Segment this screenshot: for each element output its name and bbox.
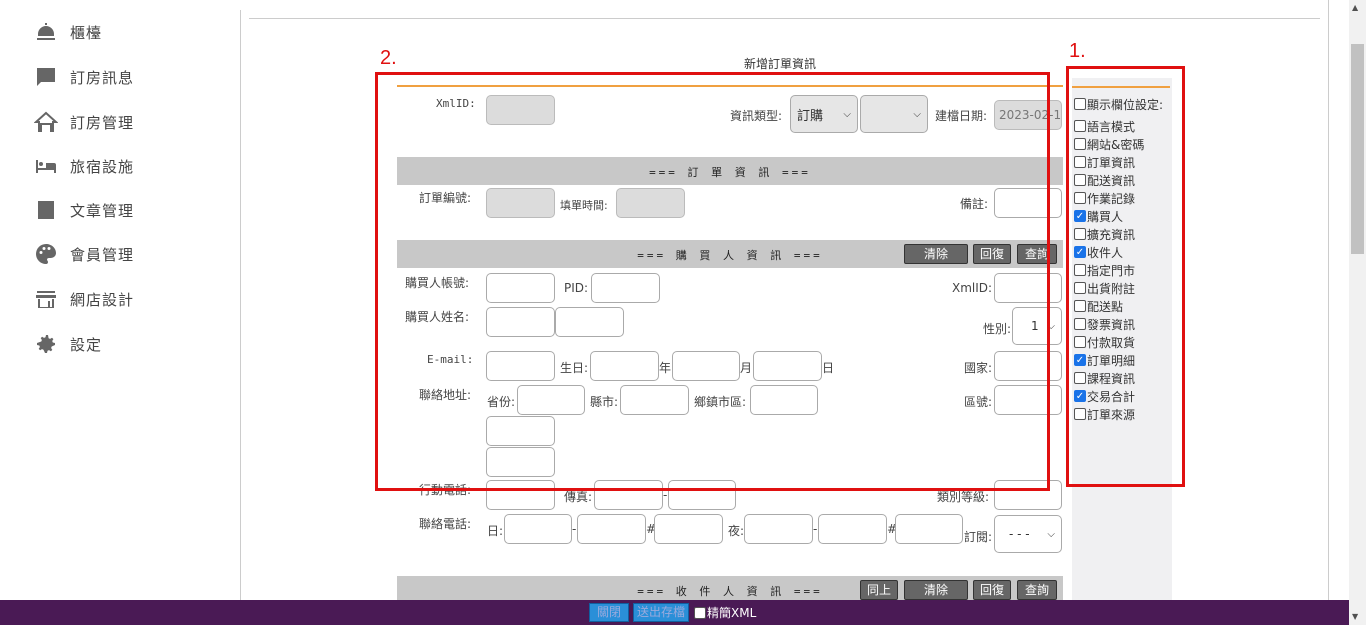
sidebar-item-booking-messages[interactable]: 訂房訊息 (34, 64, 134, 90)
simple-xml-label: 精簡XML (707, 606, 757, 620)
sidebar-item-label: 訂房訊息 (70, 68, 135, 87)
save-button[interactable]: 送出存檔 (633, 603, 689, 622)
annotation-label-2: 2. (380, 47, 397, 69)
subscribe-select[interactable]: - - - ⌵ (994, 515, 1062, 553)
form-title: 新增訂單資訊 (743, 57, 816, 71)
message-icon (37, 68, 55, 86)
annotation-label-1: 1. (1069, 40, 1086, 62)
receiver-restore-button[interactable]: 回復 (973, 580, 1011, 600)
divider (240, 10, 241, 600)
phone-day-dash: - (572, 522, 577, 536)
phone-day-number-input[interactable] (577, 514, 646, 544)
phone-label: 聯絡電話: (419, 517, 472, 531)
divider (1328, 0, 1329, 600)
sidebar-item-label: 旅宿設施 (70, 157, 135, 176)
sidebar-item-shop-design[interactable]: 網店設計 (34, 286, 134, 312)
receiver-clear-button[interactable]: 清除 (904, 580, 968, 600)
phone-night-area-input[interactable] (744, 514, 813, 544)
scrollbar-thumb[interactable] (1351, 44, 1364, 254)
subscribe-value: - - - (1009, 527, 1030, 541)
sidebar-item-members[interactable]: 會員管理 (34, 241, 134, 267)
gear-icon (37, 335, 55, 353)
receiver-same-button[interactable]: 同上 (860, 580, 898, 600)
sidebar-item-label: 會員管理 (70, 245, 135, 264)
annotation-box-2 (375, 72, 1050, 491)
sidebar-item-facilities[interactable]: 旅宿設施 (34, 153, 134, 179)
sidebar-item-label: 設定 (70, 335, 103, 354)
phone-day-area-input[interactable] (504, 514, 572, 544)
receiver-query-button[interactable]: 查詢 (1017, 580, 1057, 600)
phone-day-ext-input[interactable] (654, 514, 723, 544)
phone-night-dash: - (813, 522, 818, 536)
counter-bell-icon (37, 23, 55, 40)
divider (249, 18, 1320, 19)
phone-night-label: 夜: (728, 524, 745, 538)
scroll-down-icon[interactable]: ▼ (1352, 612, 1358, 621)
subscribe-label: 訂閱: (964, 530, 993, 544)
phone-night-number-input[interactable] (818, 514, 887, 544)
scroll-up-icon[interactable]: ▲ (1352, 3, 1358, 12)
phone-day-label: 日: (487, 524, 504, 538)
checkbox[interactable] (694, 606, 706, 619)
store-icon (36, 291, 56, 308)
sidebar: 櫃檯 訂房訊息 訂房管理 旅宿設施 文章管理 會員管理 網店設計 設定 (0, 0, 240, 600)
article-icon (38, 201, 54, 219)
sidebar-item-label: 文章管理 (70, 201, 135, 220)
sidebar-item-articles[interactable]: 文章管理 (34, 197, 134, 223)
sidebar-item-label: 網店設計 (70, 290, 135, 309)
annotation-box-1 (1066, 66, 1185, 487)
phone-night-ext-input[interactable] (895, 514, 963, 544)
sidebar-item-label: 櫃檯 (70, 23, 103, 42)
chevron-down-icon: ⌵ (1047, 528, 1055, 540)
house-icon (34, 111, 58, 132)
sidebar-item-label: 訂房管理 (70, 113, 135, 132)
sidebar-item-settings[interactable]: 設定 (34, 331, 102, 357)
close-button[interactable]: 關閉 (589, 603, 629, 622)
palette-icon (36, 244, 56, 264)
simple-xml-toggle[interactable]: 精簡XML (694, 604, 756, 621)
sidebar-item-booking-management[interactable]: 訂房管理 (34, 109, 134, 135)
sidebar-item-counter[interactable]: 櫃檯 (34, 19, 102, 45)
bed-icon (36, 160, 56, 173)
